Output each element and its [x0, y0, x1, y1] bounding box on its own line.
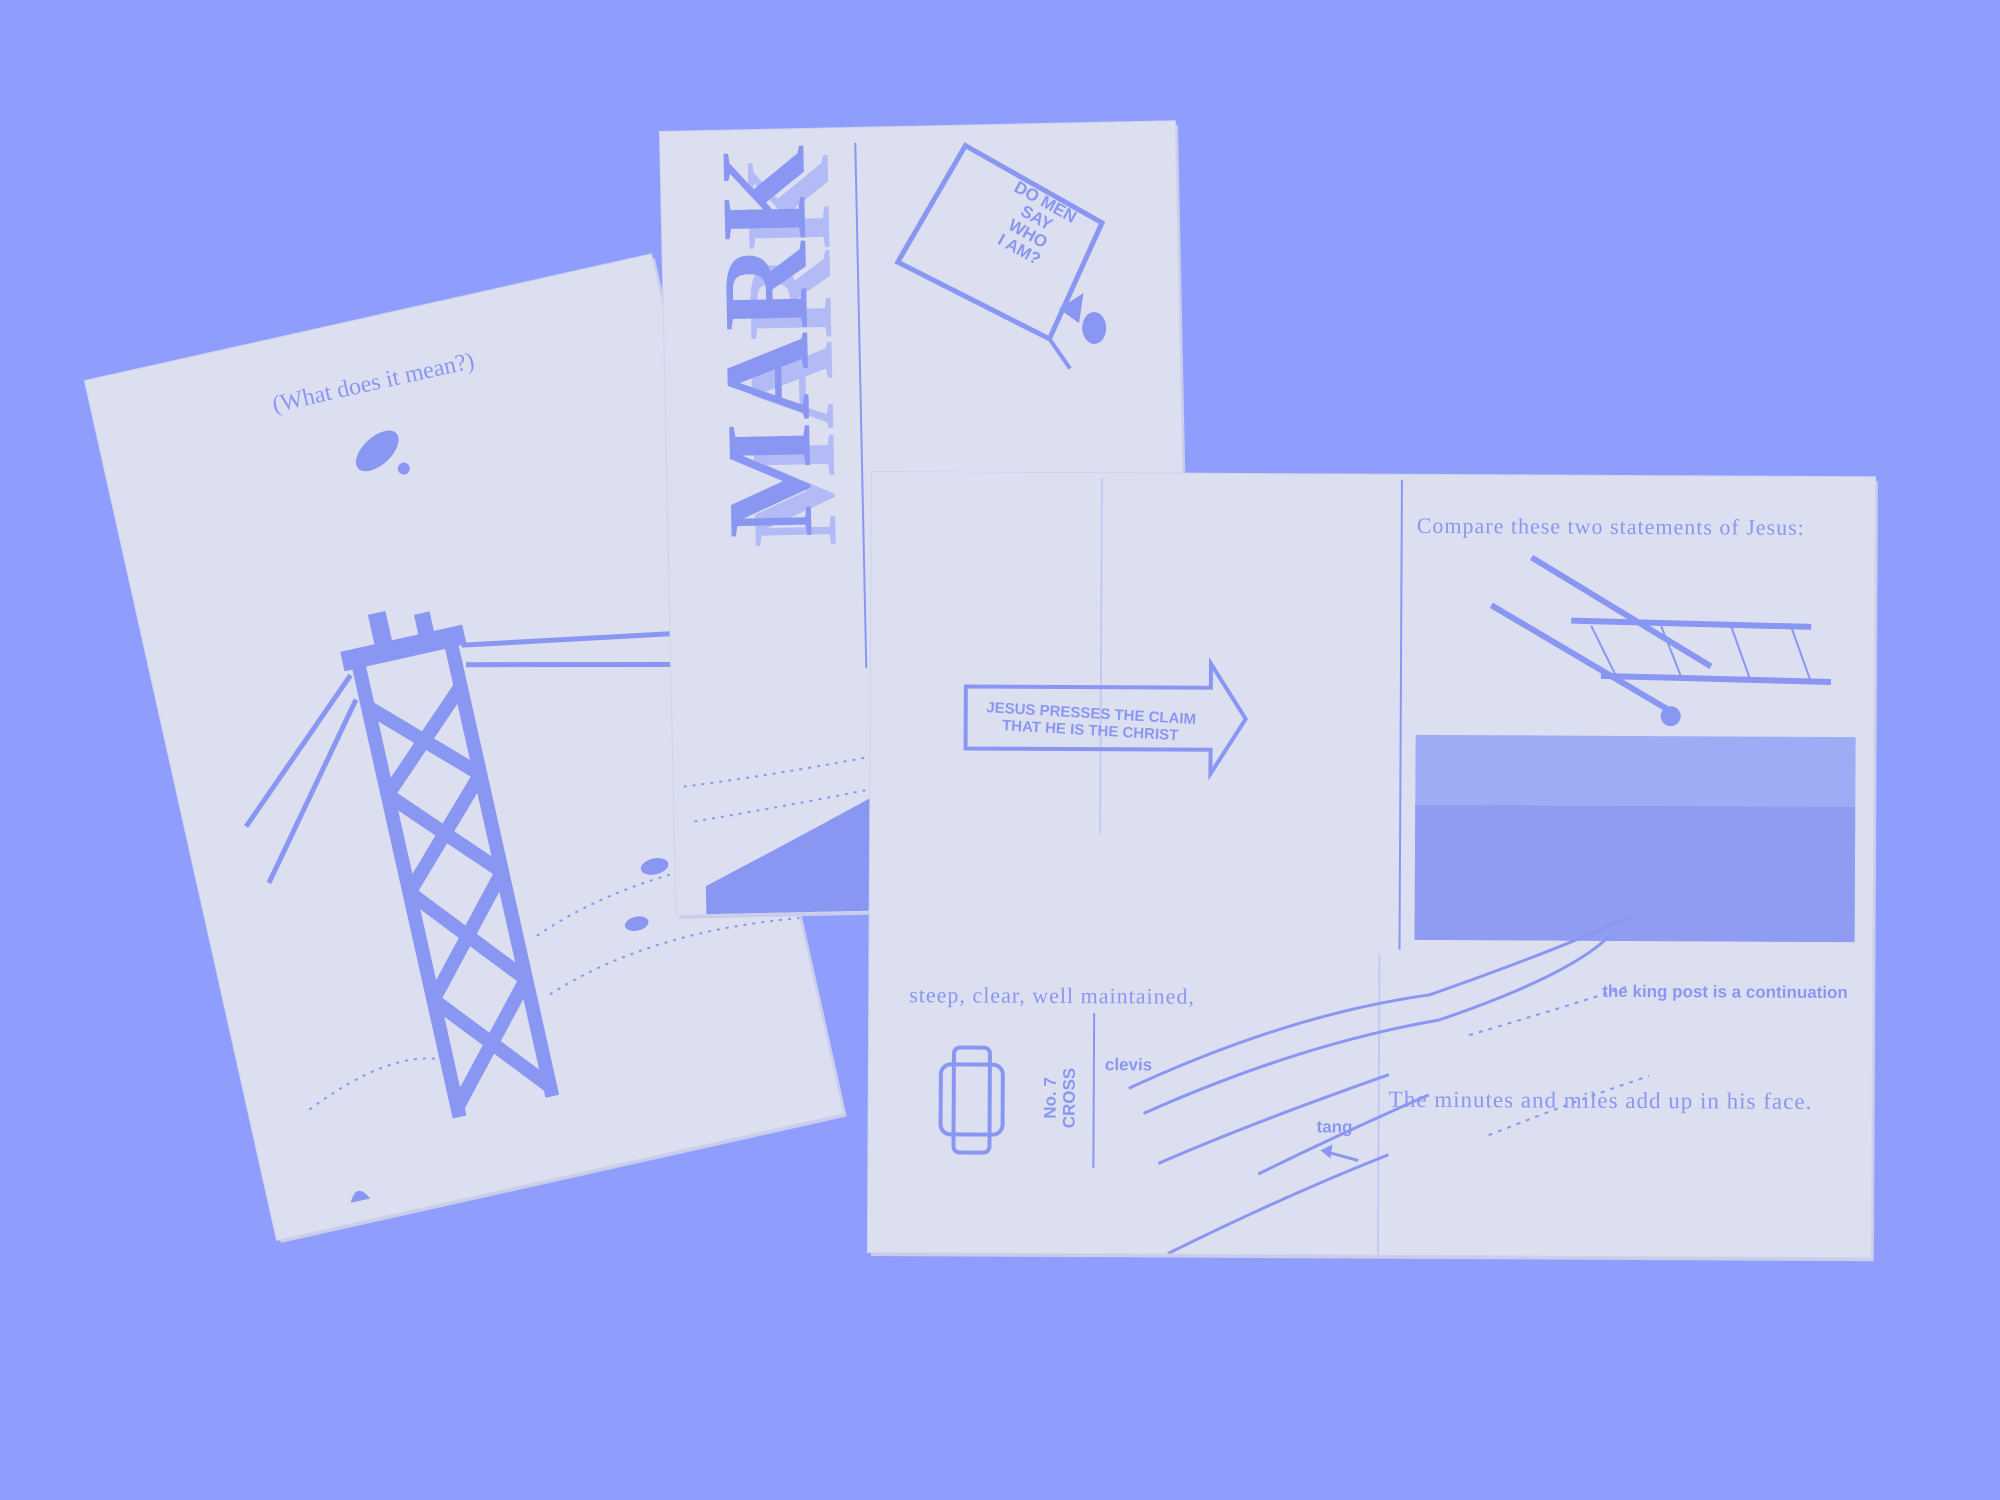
spread-artwork	[938, 478, 1856, 1255]
clevis-label: clevis	[1104, 1055, 1153, 1075]
no7-cross-label: No. 7 CROSS	[1040, 1067, 1079, 1129]
zine-open-spread: Compare these two statements of Jesus: J…	[867, 472, 1875, 1258]
compare-heading: Compare these two statements of Jesus:	[1416, 512, 1805, 540]
minutes-miles-line: The minutes and miles add up in his face…	[1388, 1086, 1813, 1114]
tang-label: tang	[1316, 1117, 1353, 1137]
steep-clear-line: steep, clear, well maintained,	[909, 982, 1196, 1009]
king-post-line: the king post is a continuation	[1602, 981, 1848, 1003]
